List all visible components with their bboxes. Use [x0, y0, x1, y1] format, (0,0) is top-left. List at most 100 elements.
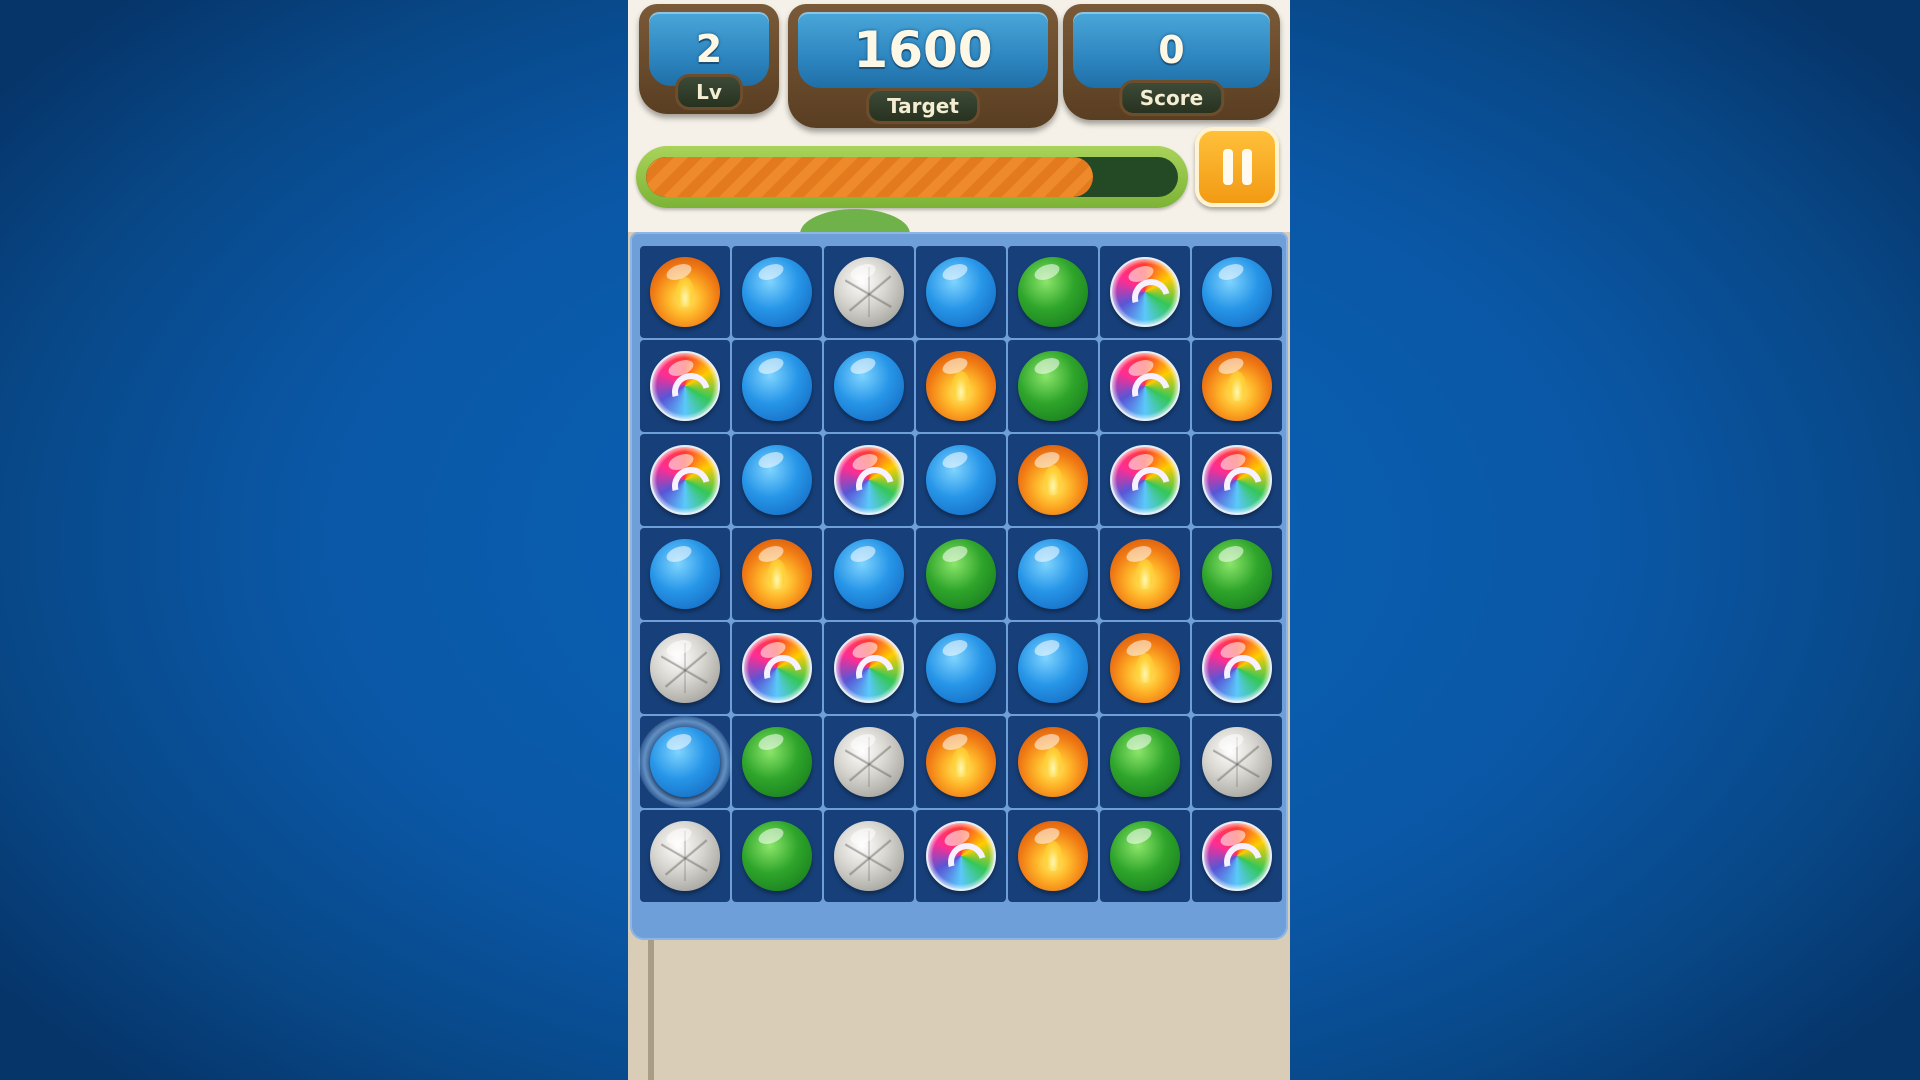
board-cell[interactable]: [1008, 434, 1098, 526]
stone-gem[interactable]: [834, 727, 904, 797]
board-cell[interactable]: [1192, 622, 1282, 714]
board-cell[interactable]: [916, 528, 1006, 620]
board-cell[interactable]: [1008, 716, 1098, 808]
green-gem[interactable]: [926, 539, 996, 609]
green-gem[interactable]: [1110, 821, 1180, 891]
rainbow-gem[interactable]: [1110, 445, 1180, 515]
fire-gem[interactable]: [1110, 633, 1180, 703]
stone-gem[interactable]: [834, 257, 904, 327]
board-cell[interactable]: [916, 810, 1006, 902]
board-cell[interactable]: [1100, 246, 1190, 338]
board-cell[interactable]: [732, 528, 822, 620]
board-cell[interactable]: [732, 246, 822, 338]
board-cell[interactable]: [1008, 340, 1098, 432]
board-cell[interactable]: [916, 622, 1006, 714]
board-cell[interactable]: [1008, 246, 1098, 338]
board-cell[interactable]: [824, 716, 914, 808]
stone-gem[interactable]: [1202, 727, 1272, 797]
board-cell[interactable]: [824, 810, 914, 902]
board-cell[interactable]: [824, 246, 914, 338]
blue-gem[interactable]: [1018, 539, 1088, 609]
board-cell[interactable]: [640, 434, 730, 526]
board-cell[interactable]: [916, 246, 1006, 338]
rainbow-gem[interactable]: [1202, 445, 1272, 515]
board-cell[interactable]: [640, 340, 730, 432]
board-cell[interactable]: [916, 434, 1006, 526]
green-gem[interactable]: [742, 727, 812, 797]
blue-gem[interactable]: [1202, 257, 1272, 327]
rainbow-gem[interactable]: [834, 633, 904, 703]
green-gem[interactable]: [1018, 351, 1088, 421]
rainbow-gem[interactable]: [1110, 257, 1180, 327]
board-cell[interactable]: [732, 622, 822, 714]
board-cell[interactable]: [1192, 246, 1282, 338]
board-cell[interactable]: [732, 810, 822, 902]
board-cell[interactable]: [1100, 528, 1190, 620]
rainbow-gem[interactable]: [834, 445, 904, 515]
fire-gem[interactable]: [1018, 727, 1088, 797]
rainbow-gem[interactable]: [1202, 821, 1272, 891]
board-cell[interactable]: [1100, 810, 1190, 902]
stone-gem[interactable]: [650, 821, 720, 891]
rainbow-gem[interactable]: [742, 633, 812, 703]
stone-gem[interactable]: [834, 821, 904, 891]
board-cell[interactable]: [1192, 810, 1282, 902]
board-cell[interactable]: [732, 434, 822, 526]
fire-gem[interactable]: [1202, 351, 1272, 421]
board-cell[interactable]: [1192, 340, 1282, 432]
board-cell[interactable]: [824, 528, 914, 620]
fire-gem[interactable]: [926, 351, 996, 421]
blue-gem[interactable]: [742, 257, 812, 327]
board-cell[interactable]: [1100, 716, 1190, 808]
board-cell[interactable]: [640, 810, 730, 902]
board-cell[interactable]: [640, 528, 730, 620]
blue-gem[interactable]: [650, 539, 720, 609]
blue-gem[interactable]: [742, 445, 812, 515]
green-gem[interactable]: [1202, 539, 1272, 609]
green-gem[interactable]: [1018, 257, 1088, 327]
rainbow-gem[interactable]: [926, 821, 996, 891]
fire-gem[interactable]: [1110, 539, 1180, 609]
fire-gem[interactable]: [926, 727, 996, 797]
board-cell[interactable]: [1192, 716, 1282, 808]
fire-gem[interactable]: [650, 257, 720, 327]
blue-gem[interactable]: [926, 445, 996, 515]
fire-gem[interactable]: [1018, 821, 1088, 891]
stone-gem[interactable]: [650, 633, 720, 703]
blue-gem[interactable]: [926, 257, 996, 327]
green-gem[interactable]: [742, 821, 812, 891]
board-cell[interactable]: [640, 246, 730, 338]
board-cell[interactable]: [638, 716, 732, 808]
board-cell[interactable]: [1008, 622, 1098, 714]
fire-gem[interactable]: [1018, 445, 1088, 515]
board-cell[interactable]: [1192, 528, 1282, 620]
board-cell[interactable]: [824, 622, 914, 714]
blue-gem[interactable]: [650, 727, 720, 797]
blue-gem[interactable]: [834, 539, 904, 609]
target-value: 1600: [798, 12, 1048, 88]
board-cell[interactable]: [1100, 340, 1190, 432]
rainbow-gem[interactable]: [650, 445, 720, 515]
board-cell[interactable]: [1100, 434, 1190, 526]
board-cell[interactable]: [1008, 528, 1098, 620]
blue-gem[interactable]: [1018, 633, 1088, 703]
board-cell[interactable]: [1008, 810, 1098, 902]
board-cell[interactable]: [916, 716, 1006, 808]
blue-gem[interactable]: [834, 351, 904, 421]
board-cell[interactable]: [1100, 622, 1190, 714]
board-cell[interactable]: [1192, 434, 1282, 526]
green-gem[interactable]: [1110, 727, 1180, 797]
rainbow-gem[interactable]: [650, 351, 720, 421]
blue-gem[interactable]: [742, 351, 812, 421]
rainbow-gem[interactable]: [1110, 351, 1180, 421]
pause-button[interactable]: [1195, 127, 1279, 207]
board-cell[interactable]: [732, 716, 822, 808]
board-cell[interactable]: [824, 340, 914, 432]
rainbow-gem[interactable]: [1202, 633, 1272, 703]
fire-gem[interactable]: [742, 539, 812, 609]
board-cell[interactable]: [640, 622, 730, 714]
board-cell[interactable]: [824, 434, 914, 526]
board-cell[interactable]: [916, 340, 1006, 432]
blue-gem[interactable]: [926, 633, 996, 703]
board-cell[interactable]: [732, 340, 822, 432]
